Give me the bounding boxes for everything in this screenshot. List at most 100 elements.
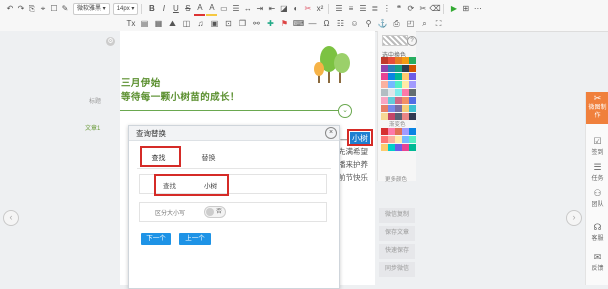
sidebar-item-team[interactable]: ⚇ 团队 — [586, 188, 608, 208]
code-icon[interactable]: ⌨ — [292, 17, 305, 30]
cut-icon[interactable]: ✂ — [417, 2, 428, 15]
table-icon[interactable]: ▤ — [138, 17, 151, 30]
shadow-icon[interactable]: ◪ — [278, 2, 289, 15]
color-swatch[interactable] — [402, 65, 409, 72]
color-swatch[interactable] — [402, 73, 409, 80]
color-swatch[interactable] — [395, 144, 402, 151]
bold-icon[interactable]: B — [146, 2, 157, 15]
separator-icon[interactable]: — — [306, 17, 319, 30]
emoji-icon[interactable]: ☺ — [348, 17, 361, 30]
color-swatch[interactable] — [395, 136, 402, 143]
color-swatch[interactable] — [409, 65, 416, 72]
sidebar-item-checkin[interactable]: ☑ 签到 — [586, 136, 608, 156]
color-swatch[interactable] — [395, 128, 402, 135]
align-right-icon[interactable]: ☰ — [357, 2, 368, 15]
color-swatch[interactable] — [395, 57, 402, 64]
color-swatch[interactable] — [388, 57, 395, 64]
sidebar-item-feedback[interactable]: ✉ 反馈 — [586, 252, 608, 272]
clear-format-icon[interactable]: Tx — [125, 17, 137, 30]
anchor-icon[interactable]: ⚓ — [376, 17, 389, 30]
color-swatch[interactable] — [388, 105, 395, 112]
color-swatch[interactable] — [381, 73, 388, 80]
list-icon[interactable]: ⋮ — [381, 2, 392, 15]
help-icon[interactable]: ? — [407, 36, 417, 46]
color-swatch[interactable] — [395, 73, 402, 80]
color-swatch[interactable] — [395, 81, 402, 88]
quick-save-button[interactable]: 快速保存 — [379, 244, 415, 259]
paint-icon[interactable]: ✎ — [60, 2, 70, 15]
color-swatch[interactable] — [395, 65, 402, 72]
gallery-icon[interactable]: ⊡ — [222, 17, 235, 30]
next-arrow-icon[interactable]: › — [566, 210, 582, 226]
color-swatch[interactable] — [381, 113, 388, 120]
search-replace-icon[interactable]: ⌕ — [418, 17, 431, 30]
transparent-swatch-icon[interactable] — [382, 35, 408, 46]
color-swatch[interactable] — [409, 105, 416, 112]
color-swatch[interactable] — [395, 113, 402, 120]
pin-icon[interactable]: ✚ — [264, 17, 277, 30]
color-swatch[interactable] — [409, 73, 416, 80]
italic-icon[interactable]: I — [158, 2, 169, 15]
date-icon[interactable]: ☷ — [334, 17, 347, 30]
color-swatch[interactable] — [395, 105, 402, 112]
quote-icon[interactable]: ❝ — [393, 2, 404, 15]
wechat-copy-button[interactable]: 微信复制 — [379, 208, 415, 223]
color-swatch[interactable] — [381, 136, 388, 143]
font-family-select[interactable]: 微软雅黑 ▾ — [73, 2, 110, 15]
brush-icon[interactable]: ✂ — [302, 2, 313, 15]
color-swatch[interactable] — [402, 89, 409, 96]
link-icon[interactable]: ⚯ — [250, 17, 263, 30]
background-color-icon[interactable]: A — [206, 1, 218, 16]
fullscreen-icon[interactable]: ⛶ — [432, 17, 445, 30]
frame-icon[interactable]: ☐ — [49, 2, 59, 15]
image-icon[interactable]: ⛰ — [166, 17, 179, 30]
underline-icon[interactable]: U — [170, 2, 181, 15]
color-swatch[interactable] — [409, 113, 416, 120]
color-swatch[interactable] — [402, 105, 409, 112]
color-swatch[interactable] — [402, 113, 409, 120]
superscript-icon[interactable]: x² — [314, 2, 325, 15]
color-swatch[interactable] — [409, 81, 416, 88]
clear-icon[interactable]: ⌖ — [38, 2, 48, 15]
play-icon[interactable]: ▶ — [448, 2, 459, 15]
color-swatch[interactable] — [409, 136, 416, 143]
color-swatch[interactable] — [388, 136, 395, 143]
color-swatch[interactable] — [409, 128, 416, 135]
color-swatch[interactable] — [388, 128, 395, 135]
save-article-button[interactable]: 保存文章 — [379, 226, 415, 241]
tab-replace[interactable]: 替换 — [191, 150, 226, 168]
color-swatch[interactable] — [395, 89, 402, 96]
copy-format-icon[interactable]: ⎘ — [27, 2, 37, 15]
special-char-icon[interactable]: Ω — [320, 17, 333, 30]
outdent-icon[interactable]: ⇤ — [266, 2, 277, 15]
letter-spacing-icon[interactable]: ↔ — [242, 2, 253, 15]
color-swatch[interactable] — [388, 65, 395, 72]
gradient-icon[interactable]: ◐ — [290, 2, 301, 15]
video-icon[interactable]: ▣ — [208, 17, 221, 30]
case-toggle[interactable]: 否 — [204, 206, 226, 218]
align-center-icon[interactable]: ≡ — [345, 2, 356, 15]
color-swatch[interactable] — [381, 128, 388, 135]
color-swatch[interactable] — [402, 57, 409, 64]
music-icon[interactable]: ♫ — [194, 17, 207, 30]
print-icon[interactable]: ⎙ — [390, 17, 403, 30]
color-swatch[interactable] — [402, 136, 409, 143]
undo-icon[interactable]: ↶ — [5, 2, 15, 15]
color-swatch[interactable] — [388, 144, 395, 151]
color-swatch[interactable] — [381, 65, 388, 72]
sidebar-item-task[interactable]: ☰ 任务 — [586, 162, 608, 182]
redo-icon[interactable]: ↷ — [16, 2, 26, 15]
align-left-icon[interactable]: ☰ — [333, 2, 344, 15]
map-icon[interactable]: ⚲ — [362, 17, 375, 30]
prev-arrow-icon[interactable]: ‹ — [3, 210, 19, 226]
indent-icon[interactable]: ⇥ — [254, 2, 265, 15]
color-swatch[interactable] — [381, 144, 388, 151]
color-swatch[interactable] — [381, 89, 388, 96]
color-swatch[interactable] — [402, 97, 409, 104]
strikethrough-icon[interactable]: S — [182, 2, 193, 15]
color-swatch[interactable] — [388, 97, 395, 104]
font-size-select[interactable]: 14px ▾ — [112, 2, 139, 15]
color-swatch[interactable] — [409, 89, 416, 96]
color-swatch[interactable] — [402, 144, 409, 151]
preview-icon[interactable]: ◰ — [404, 17, 417, 30]
